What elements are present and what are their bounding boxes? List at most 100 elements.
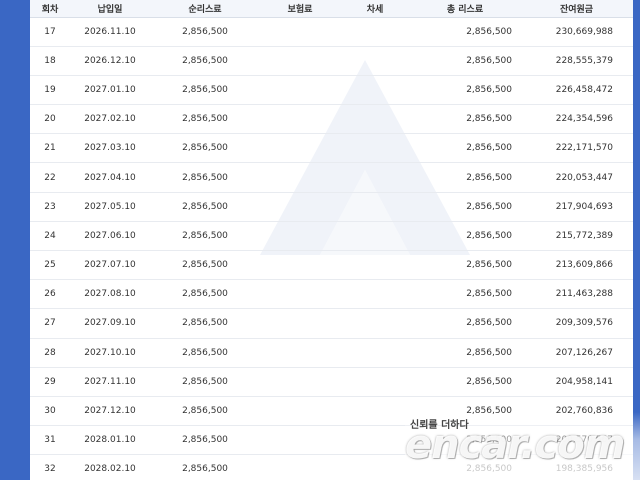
cell-car-tax: [340, 454, 410, 480]
cell-date: 2027.06.10: [70, 221, 150, 252]
cell-no: 17: [30, 17, 70, 47]
cell-insurance: [260, 396, 340, 427]
cell-insurance: [260, 338, 340, 368]
cell-remaining-principal: 222,171,570: [520, 133, 633, 164]
cell-net-lease: 2,856,500: [150, 367, 260, 397]
cell-insurance: [260, 17, 340, 47]
cell-no: 31: [30, 425, 70, 456]
table-row: 17 2026.11.10 2,856,500 2,856,500 230,66…: [30, 17, 633, 47]
cell-total-lease: 2,856,500: [410, 17, 520, 47]
cell-insurance: [260, 192, 340, 222]
cell-date: 2027.09.10: [70, 308, 150, 339]
cell-car-tax: [340, 75, 410, 106]
cell-no: 25: [30, 250, 70, 281]
cell-net-lease: 2,856,500: [150, 396, 260, 427]
cell-remaining-principal: 213,609,866: [520, 250, 633, 281]
cell-date: 2027.05.10: [70, 192, 150, 222]
cell-net-lease: 2,856,500: [150, 162, 260, 193]
cell-car-tax: [340, 425, 410, 456]
header-total-lease: 총 리스료: [410, 0, 520, 18]
cell-car-tax: [340, 104, 410, 135]
table-row: 30 2027.12.10 2,856,500 2,856,500 202,76…: [30, 396, 633, 427]
cell-car-tax: [340, 17, 410, 47]
cell-insurance: [260, 221, 340, 252]
cell-total-lease: 2,856,500: [410, 308, 520, 339]
cell-remaining-principal: 209,309,576: [520, 308, 633, 339]
cell-net-lease: 2,856,500: [150, 221, 260, 252]
cell-date: 2027.02.10: [70, 104, 150, 135]
cell-net-lease: 2,856,500: [150, 250, 260, 281]
table-row: 29 2027.11.10 2,856,500 2,856,500 204,95…: [30, 367, 633, 397]
cell-date: 2028.01.10: [70, 425, 150, 456]
cell-car-tax: [340, 46, 410, 76]
cell-insurance: [260, 279, 340, 310]
cell-date: 2027.04.10: [70, 162, 150, 193]
table-row: 25 2027.07.10 2,856,500 2,856,500 213,60…: [30, 250, 633, 281]
cell-remaining-principal: 230,669,988: [520, 17, 633, 47]
cell-remaining-principal: 204,958,141: [520, 367, 633, 397]
cell-remaining-principal: 200,570,567: [520, 425, 633, 456]
cell-net-lease: 2,856,500: [150, 75, 260, 106]
table-row: 22 2027.04.10 2,856,500 2,856,500 220,05…: [30, 162, 633, 193]
cell-no: 20: [30, 104, 70, 135]
cell-date: 2027.01.10: [70, 75, 150, 106]
cell-remaining-principal: 215,772,389: [520, 221, 633, 252]
cell-net-lease: 2,856,500: [150, 17, 260, 47]
table-row: 19 2027.01.10 2,856,500 2,856,500 226,45…: [30, 75, 633, 106]
cell-net-lease: 2,856,500: [150, 133, 260, 164]
cell-remaining-principal: 217,904,693: [520, 192, 633, 222]
cell-insurance: [260, 104, 340, 135]
cell-insurance: [260, 46, 340, 76]
table-row: 20 2027.02.10 2,856,500 2,856,500 224,35…: [30, 104, 633, 135]
cell-remaining-principal: 228,555,379: [520, 46, 633, 76]
cell-date: 2028.02.10: [70, 454, 150, 480]
cell-date: 2027.12.10: [70, 396, 150, 427]
cell-total-lease: 2,856,500: [410, 367, 520, 397]
cell-car-tax: [340, 279, 410, 310]
cell-insurance: [260, 250, 340, 281]
header-date: 납입일: [70, 0, 150, 18]
cell-net-lease: 2,856,500: [150, 338, 260, 368]
cell-remaining-principal: 202,760,836: [520, 396, 633, 427]
cell-total-lease: 2,856,500: [410, 396, 520, 427]
cell-no: 24: [30, 221, 70, 252]
cell-remaining-principal: 207,126,267: [520, 338, 633, 368]
cell-car-tax: [340, 221, 410, 252]
cell-no: 22: [30, 162, 70, 193]
table-row: 27 2027.09.10 2,856,500 2,856,500 209,30…: [30, 308, 633, 339]
cell-net-lease: 2,856,500: [150, 454, 260, 480]
cell-insurance: [260, 75, 340, 106]
header-remaining-principal: 잔여원금: [520, 0, 633, 18]
cell-total-lease: 2,856,500: [410, 192, 520, 222]
cell-remaining-principal: 224,354,596: [520, 104, 633, 135]
cell-no: 27: [30, 308, 70, 339]
cell-insurance: [260, 367, 340, 397]
cell-car-tax: [340, 250, 410, 281]
cell-insurance: [260, 133, 340, 164]
table-row: 24 2027.06.10 2,856,500 2,856,500 215,77…: [30, 221, 633, 252]
table-row: 28 2027.10.10 2,856,500 2,856,500 207,12…: [30, 338, 633, 368]
header-no: 회차: [30, 0, 70, 18]
cell-total-lease: 2,856,500: [410, 250, 520, 281]
cell-no: 28: [30, 338, 70, 368]
cell-date: 2026.11.10: [70, 17, 150, 47]
cell-net-lease: 2,856,500: [150, 279, 260, 310]
cell-net-lease: 2,856,500: [150, 425, 260, 456]
cell-insurance: [260, 308, 340, 339]
cell-no: 29: [30, 367, 70, 397]
cell-total-lease: 2,856,500: [410, 133, 520, 164]
cell-total-lease: 2,856,500: [410, 104, 520, 135]
cell-total-lease: 2,856,500: [410, 221, 520, 252]
cell-date: 2027.08.10: [70, 279, 150, 310]
header-car-tax: 차세: [340, 0, 410, 18]
lease-schedule-sheet: 회차 납입일 순리스료 보험료 차세 총 리스료 잔여원금 17 2026.11…: [30, 0, 633, 480]
cell-net-lease: 2,856,500: [150, 104, 260, 135]
cell-no: 19: [30, 75, 70, 106]
cell-no: 18: [30, 46, 70, 76]
cell-car-tax: [340, 396, 410, 427]
cell-car-tax: [340, 133, 410, 164]
cell-date: 2027.10.10: [70, 338, 150, 368]
table-header-row: 회차 납입일 순리스료 보험료 차세 총 리스료 잔여원금: [30, 0, 633, 18]
cell-no: 23: [30, 192, 70, 222]
cell-date: 2026.12.10: [70, 46, 150, 76]
